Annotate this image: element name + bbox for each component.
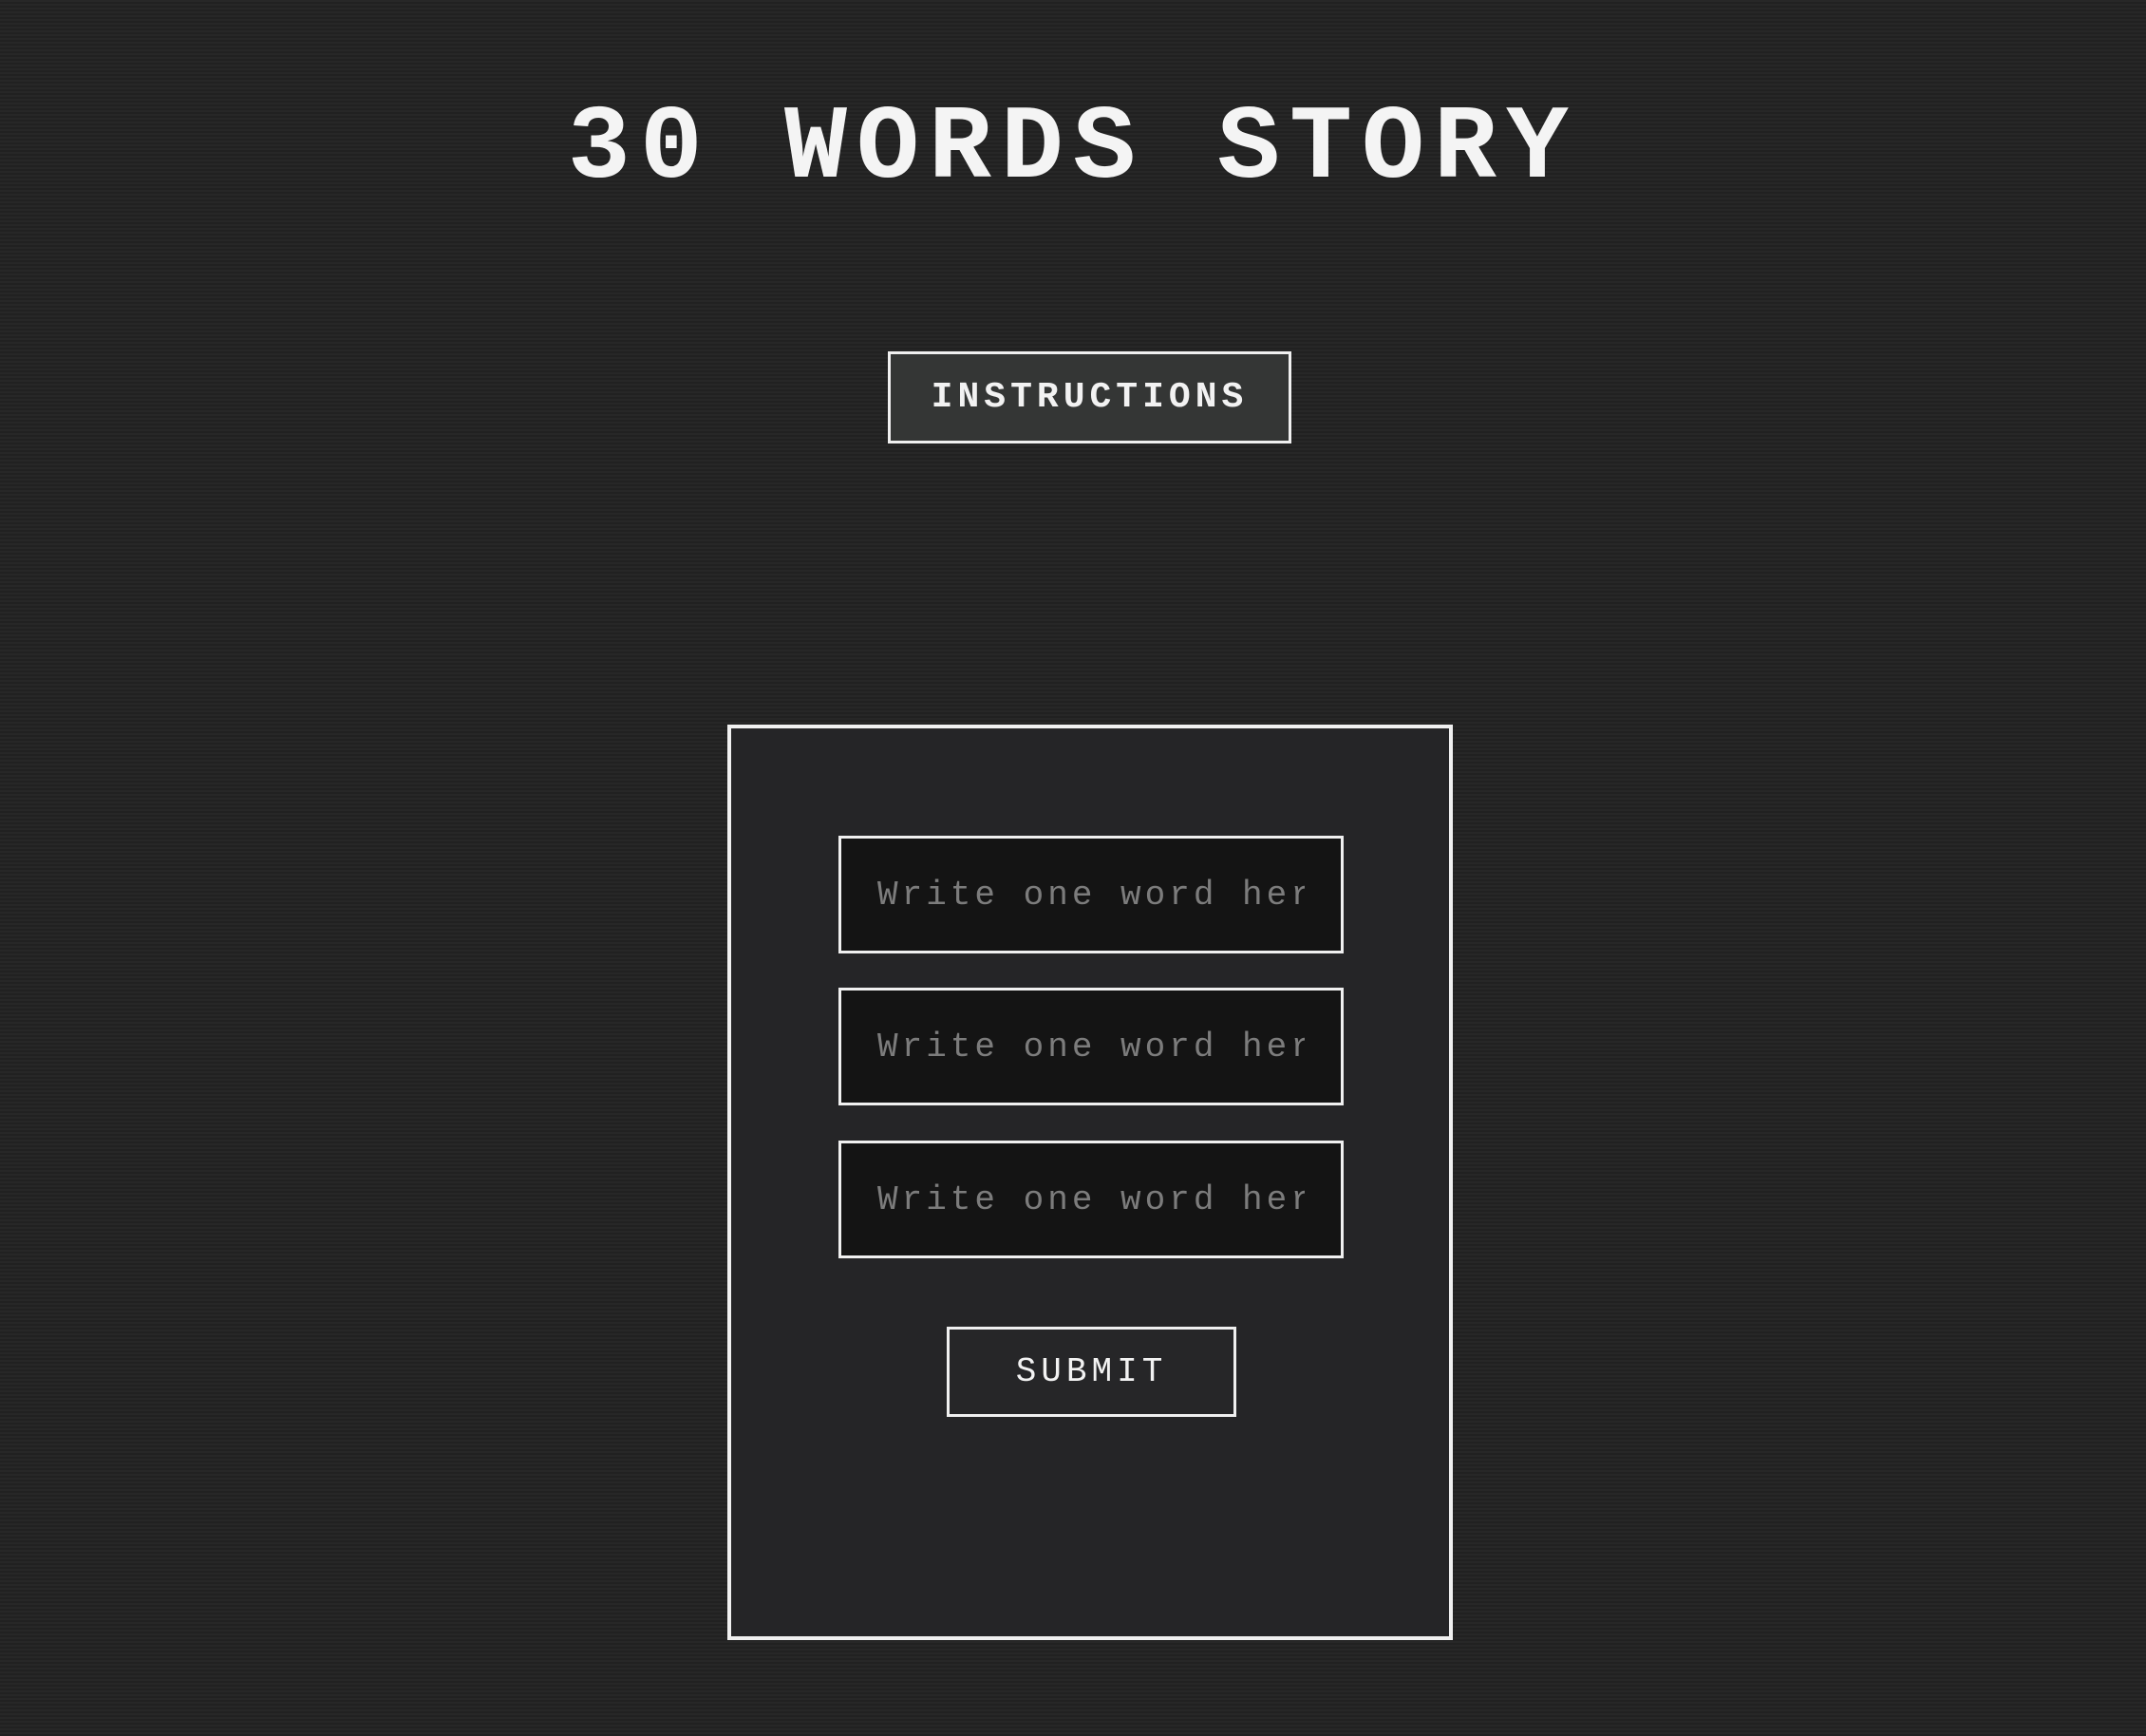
instructions-button[interactable]: INSTRUCTIONS	[888, 351, 1291, 443]
word-input-2[interactable]	[838, 988, 1344, 1105]
story-form: SUBMIT	[727, 725, 1453, 1640]
page-title: 30 WORDS STORY	[567, 90, 1579, 209]
word-input-3[interactable]	[838, 1141, 1344, 1258]
word-input-1[interactable]	[838, 836, 1344, 953]
submit-button[interactable]: SUBMIT	[947, 1327, 1236, 1417]
